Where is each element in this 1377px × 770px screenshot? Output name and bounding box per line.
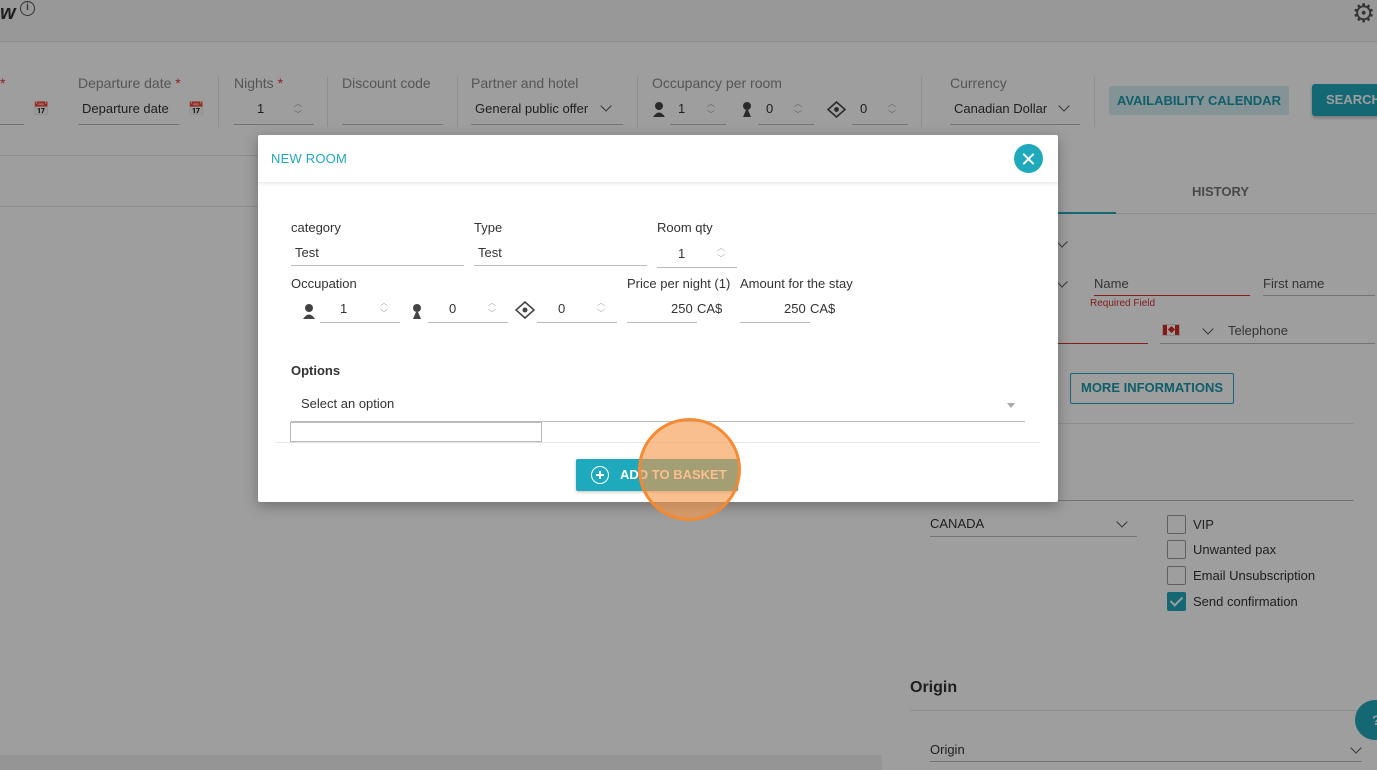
occupation-field[interactable]: Occupation: [291, 276, 357, 291]
modal-title: NEW ROOM: [271, 151, 347, 166]
stepper-down-icon[interactable]: ﹀: [380, 309, 388, 318]
options-select[interactable]: Select an option: [291, 389, 1025, 422]
category-label: category: [291, 220, 341, 235]
stepper-down-icon[interactable]: ﹀: [597, 309, 605, 318]
stepper-up-icon[interactable]: ︿: [380, 298, 388, 307]
adults-input[interactable]: 1: [340, 301, 347, 316]
stepper-down-icon[interactable]: ﹀: [488, 309, 496, 318]
type-field[interactable]: Type Test: [474, 220, 647, 266]
category-value[interactable]: Test: [295, 245, 319, 260]
baby-icon: [515, 301, 535, 319]
room-qty-label: Room qty: [657, 220, 713, 235]
amount-for-stay-field[interactable]: Amount for the stay 250 CA$: [740, 276, 853, 323]
options-label: Options: [291, 363, 341, 378]
room-qty-input[interactable]: 1: [678, 246, 685, 261]
stepper-down-icon[interactable]: ﹀: [717, 254, 725, 263]
amount-currency: CA$: [810, 301, 836, 316]
caret-down-icon[interactable]: [1007, 403, 1015, 408]
options-placeholder[interactable]: Select an option: [301, 396, 394, 411]
price-per-night-label: Price per night (1): [627, 276, 731, 291]
amount-for-stay-label: Amount for the stay: [740, 276, 853, 291]
options-dropdown[interactable]: [290, 422, 542, 442]
price-currency: CA$: [697, 301, 723, 316]
babies-input[interactable]: 0: [558, 301, 565, 316]
stepper-up-icon[interactable]: ︿: [717, 243, 725, 252]
type-value[interactable]: Test: [478, 245, 502, 260]
type-label: Type: [474, 220, 503, 235]
price-per-night-input[interactable]: 250: [671, 301, 693, 316]
adult-icon: [303, 304, 315, 319]
stepper-up-icon[interactable]: ︿: [597, 298, 605, 307]
children-input[interactable]: 0: [449, 301, 456, 316]
modal-header: NEW ROOM: [258, 135, 1058, 183]
close-icon[interactable]: [1014, 144, 1043, 173]
price-per-night-field[interactable]: Price per night (1) 250 CA$: [627, 276, 731, 323]
stepper-up-icon[interactable]: ︿: [488, 298, 496, 307]
click-indicator: [638, 418, 741, 521]
plus-circle-icon: [591, 466, 609, 484]
category-field[interactable]: category Test: [291, 220, 464, 266]
child-icon: [413, 304, 421, 319]
room-qty-field[interactable]: Room qty 1 ︿ ﹀: [657, 220, 737, 268]
occupation-label: Occupation: [291, 276, 357, 291]
amount-for-stay-input[interactable]: 250: [784, 301, 806, 316]
